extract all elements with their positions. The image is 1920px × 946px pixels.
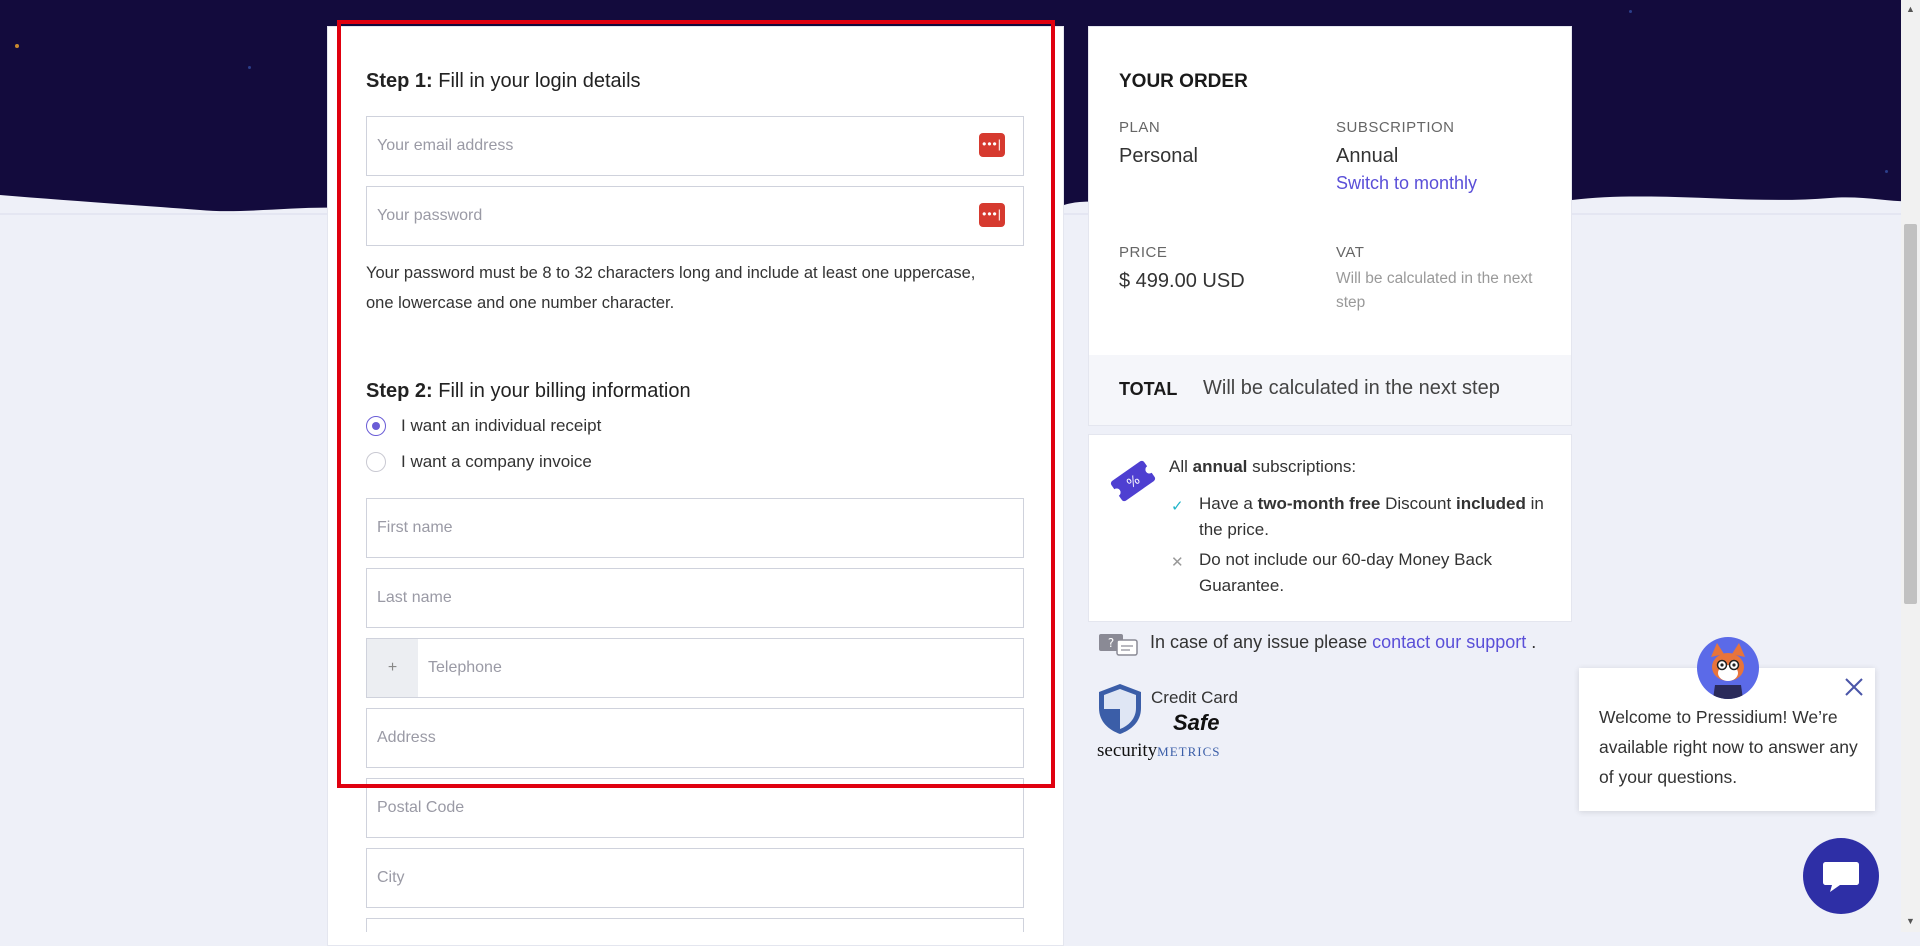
chat-bubble-icon	[1823, 862, 1859, 892]
support-text: In case of any issue please	[1150, 632, 1373, 652]
first-name-field	[366, 498, 1024, 558]
scroll-down-arrow-icon[interactable]: ▼	[1906, 916, 1915, 926]
scrollbar-thumb[interactable]	[1904, 224, 1917, 604]
radio-company-invoice[interactable]: I want a company invoice	[366, 452, 592, 472]
last-name-input[interactable]	[377, 569, 937, 627]
radio-company-label: I want a company invoice	[401, 452, 592, 471]
benefit-bold: included	[1455, 494, 1526, 513]
security-metrics-badge: Credit Card Safe securityMETRICS	[1091, 680, 1251, 766]
password-hint: Your password must be 8 to 32 characters…	[366, 264, 976, 312]
benefit-bold: two-month free	[1257, 494, 1381, 513]
phone-prefix[interactable]: +	[367, 639, 418, 697]
next-field	[366, 918, 1024, 932]
step2-text: Fill in your billing information	[432, 380, 691, 402]
telephone-input[interactable]	[428, 639, 988, 697]
price-value: $ 499.00 USD	[1119, 270, 1245, 292]
order-summary: YOUR ORDER PLAN Personal SUBSCRIPTION An…	[1088, 26, 1572, 426]
badge-security-text: security	[1097, 740, 1158, 761]
address-field	[366, 708, 1024, 768]
close-icon[interactable]	[1843, 676, 1865, 698]
badge-line2: Safe	[1173, 710, 1220, 735]
support-text-end: .	[1526, 632, 1537, 652]
scroll-up-arrow-icon[interactable]: ▲	[1906, 4, 1915, 14]
vat-label: VAT	[1336, 244, 1365, 261]
benefit-text: Discount	[1380, 494, 1456, 513]
radio-individual-receipt[interactable]: I want an individual receipt	[366, 416, 601, 436]
discount-ticket-icon: %	[1110, 460, 1156, 502]
support-line: In case of any issue please contact our …	[1150, 632, 1536, 653]
step2-label: Step 2:	[366, 380, 433, 402]
postal-code-input[interactable]	[377, 779, 937, 837]
fox-avatar-icon	[1711, 643, 1745, 699]
annual-heading-post: subscriptions:	[1247, 457, 1357, 476]
annual-heading-pre: All	[1169, 457, 1193, 476]
last-name-field	[366, 568, 1024, 628]
email-field: •••|	[366, 116, 1024, 176]
annual-benefits: % All annual subscriptions: ✓ Have a two…	[1088, 434, 1572, 622]
step1-heading: Step 1: Fill in your login details	[366, 70, 641, 93]
telephone-field: +	[366, 638, 1024, 698]
total-label: TOTAL	[1119, 379, 1178, 399]
chat-agent-avatar	[1697, 637, 1759, 699]
benefit-discount: Have a two-month free Discount included …	[1199, 491, 1549, 543]
step1-text: Fill in your login details	[432, 70, 641, 92]
badge-line1: Credit Card	[1151, 688, 1238, 707]
city-input[interactable]	[377, 849, 937, 907]
badge-line3: securityMETRICS	[1097, 740, 1221, 762]
password-field: •••|	[366, 186, 1024, 246]
city-field	[366, 848, 1024, 908]
email-input[interactable]	[377, 117, 937, 175]
first-name-input[interactable]	[377, 499, 937, 557]
postal-code-field	[366, 778, 1024, 838]
price-label: PRICE	[1119, 244, 1168, 261]
vat-value: Will be calculated in the next step	[1336, 270, 1533, 311]
address-input[interactable]	[377, 709, 937, 767]
check-icon: ✓	[1171, 498, 1184, 515]
annual-heading: All annual subscriptions:	[1169, 457, 1356, 477]
chat-welcome-message: Welcome to Pressidium! We’re available r…	[1599, 707, 1858, 787]
total-value: Will be calculated in the next step	[1203, 377, 1500, 399]
password-manager-icon[interactable]: •••|	[979, 133, 1005, 157]
radio-individual-label: I want an individual receipt	[401, 416, 602, 435]
benefit-text: Have a	[1199, 494, 1258, 513]
contact-support-link[interactable]: contact our support	[1372, 632, 1526, 652]
shield-icon	[1099, 684, 1141, 734]
subscription-label: SUBSCRIPTION	[1336, 119, 1455, 136]
page-scrollbar[interactable]: ▲ ▼	[1901, 0, 1920, 932]
cross-icon: ✕	[1171, 554, 1184, 571]
total-band: TOTAL Will be calculated in the next ste…	[1089, 355, 1571, 425]
plan-label: PLAN	[1119, 119, 1161, 136]
chat-launcher-button[interactable]	[1803, 838, 1879, 914]
radio-button-selected[interactable]	[366, 416, 386, 436]
annual-heading-bold: annual	[1192, 457, 1248, 476]
radio-button[interactable]	[366, 452, 386, 472]
benefit-no-guarantee: Do not include our 60-day Money Back Gua…	[1199, 550, 1492, 595]
plan-value: Personal	[1119, 145, 1198, 167]
order-title: YOUR ORDER	[1119, 71, 1248, 92]
password-manager-icon[interactable]: •••|	[979, 203, 1005, 227]
step2-heading: Step 2: Fill in your billing information	[366, 380, 691, 403]
svg-text:?: ?	[1108, 636, 1114, 650]
subscription-value: Annual	[1336, 145, 1399, 167]
support-chat-icon: ?	[1099, 634, 1138, 656]
password-input[interactable]	[377, 187, 937, 245]
badge-metrics-text: METRICS	[1157, 744, 1221, 759]
switch-to-monthly-link[interactable]: Switch to monthly	[1336, 173, 1477, 194]
step1-label: Step 1:	[366, 70, 433, 92]
